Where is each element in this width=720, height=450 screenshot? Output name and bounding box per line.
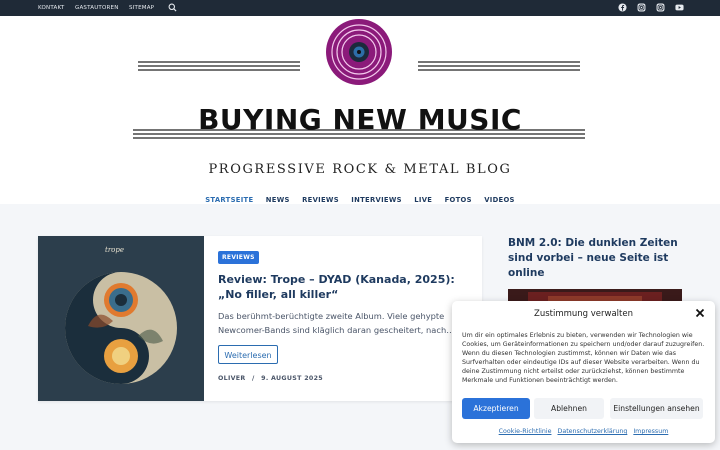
imprint-link[interactable]: Impressum <box>633 428 668 435</box>
nav-item-news[interactable]: NEWS <box>266 196 290 204</box>
instagram-icon[interactable] <box>637 3 646 12</box>
logo-title: BUYING NEW MUSIC <box>198 103 522 136</box>
accept-button[interactable]: Akzeptieren <box>462 398 530 419</box>
post-title[interactable]: Review: Trope – DYAD (Kanada, 2025): „No… <box>218 272 468 302</box>
facebook-icon[interactable] <box>618 3 627 12</box>
logo-subtitle: PROGRESSIVE ROCK & METAL BLOG <box>208 162 512 177</box>
post-card: trope REVIEWS Review: Trope – DYAD (Kana… <box>38 236 482 401</box>
consent-title: Zustimmung verwalten <box>534 309 633 319</box>
sidebar-post-title[interactable]: BNM 2.0: Die dunklen Zeiten sind vorbei … <box>508 236 688 281</box>
topbar-link-kontakt[interactable]: KONTAKT <box>38 0 64 16</box>
cookie-consent-dialog: Zustimmung verwalten Um dir ein optimale… <box>452 301 715 443</box>
album-cover-image <box>38 236 204 401</box>
consent-text: Um dir ein optimales Erlebnis zu bieten,… <box>462 332 705 385</box>
nav-item-live[interactable]: LIVE <box>414 196 432 204</box>
consent-links: Cookie-Richtlinie Datenschutzerklärung I… <box>452 428 715 435</box>
read-more-button[interactable]: Weiterlesen <box>218 345 278 364</box>
instagram-icon[interactable] <box>656 3 665 12</box>
category-badge[interactable]: REVIEWS <box>218 251 259 264</box>
nav-item-reviews[interactable]: REVIEWS <box>302 196 339 204</box>
deny-button[interactable]: Ablehnen <box>534 398 604 419</box>
privacy-policy-link[interactable]: Datenschutzerklärung <box>557 428 627 435</box>
topbar-link-sitemap[interactable]: SITEMAP <box>129 0 154 16</box>
view-settings-button[interactable]: Einstellungen ansehen <box>610 398 703 419</box>
site-header: BUYING NEW MUSIC PROGRESSIVE ROCK & META… <box>0 16 720 204</box>
post-date: 9. AUGUST 2025 <box>261 375 323 382</box>
album-cover-text: trope <box>105 246 124 254</box>
logo-graphic <box>133 19 585 139</box>
top-bar: KONTAKT GASTAUTOREN SITEMAP <box>0 0 720 16</box>
post-author[interactable]: OLIVER <box>218 375 246 382</box>
nav-item-interviews[interactable]: INTERVIEWS <box>351 196 402 204</box>
close-icon[interactable] <box>695 308 705 318</box>
search-icon[interactable] <box>168 3 177 12</box>
nav-item-startseite[interactable]: STARTSEITE <box>205 196 253 204</box>
nav-item-videos[interactable]: VIDEOS <box>484 196 515 204</box>
post-excerpt: Das berühmt-berüchtigte zweite Album. Vi… <box>218 311 455 335</box>
meta-separator: / <box>252 375 255 382</box>
vinyl-record-icon <box>326 19 392 85</box>
main-navigation: STARTSEITE NEWS REVIEWS INTERVIEWS LIVE … <box>0 196 720 204</box>
post-thumbnail[interactable]: trope <box>38 236 204 401</box>
nav-item-fotos[interactable]: FOTOS <box>445 196 472 204</box>
youtube-icon[interactable] <box>675 3 684 12</box>
site-logo[interactable]: BUYING NEW MUSIC PROGRESSIVE ROCK & META… <box>0 16 720 186</box>
topbar-link-gastautoren[interactable]: GASTAUTOREN <box>75 0 119 16</box>
cookie-policy-link[interactable]: Cookie-Richtlinie <box>499 428 552 435</box>
post-meta: OLIVER / 9. AUGUST 2025 <box>218 375 323 382</box>
